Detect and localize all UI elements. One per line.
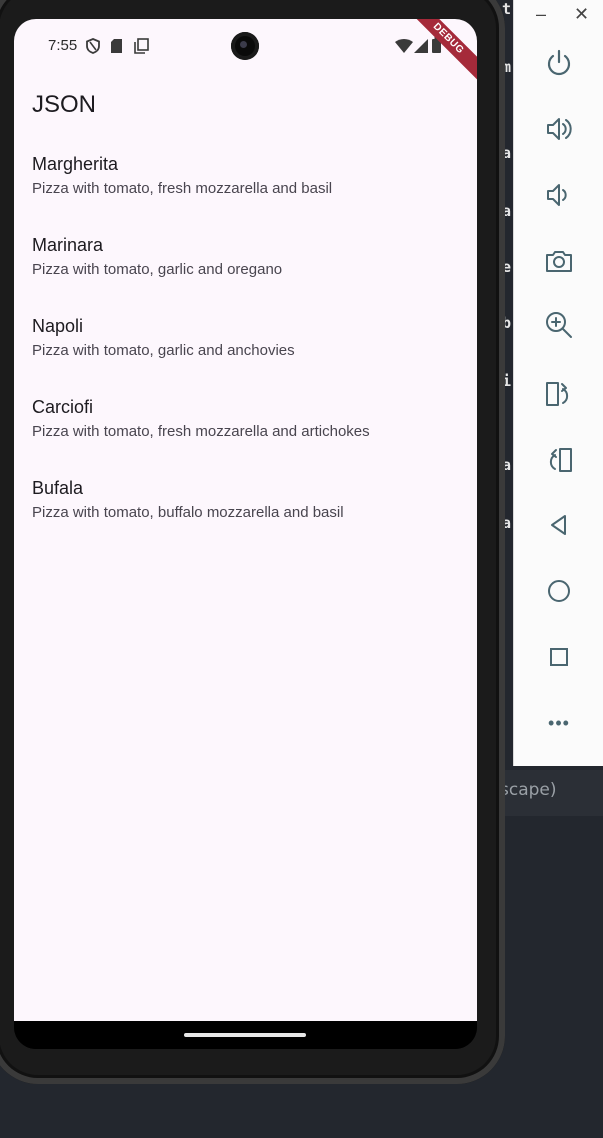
home-gesture-handle[interactable] (184, 1033, 306, 1037)
rotate-left-icon (546, 382, 569, 406)
home-button[interactable] (538, 570, 580, 612)
list-item[interactable]: Marinara Pizza with tomato, garlic and o… (14, 234, 477, 315)
close-button[interactable]: ✕ (574, 4, 589, 24)
emulator-toolbar: – ✕ ••• (513, 0, 603, 766)
ide-hint-text: scape) (500, 780, 557, 800)
list-item[interactable]: Margherita Pizza with tomato, fresh mozz… (14, 153, 477, 234)
phone-screen: 7:55 DEBUG JSON Margherita Pizza with to… (14, 19, 477, 1049)
status-time: 7:55 (48, 37, 78, 54)
app-title: JSON (32, 91, 97, 118)
pizza-description: Pizza with tomato, garlic and anchovies (32, 342, 295, 359)
rotate-right-icon (549, 448, 572, 472)
app-surface: 7:55 DEBUG JSON Margherita Pizza with to… (14, 19, 477, 1021)
pizza-name: Carciofi (32, 397, 94, 417)
power-icon (547, 49, 571, 76)
zoom-in-icon (546, 312, 572, 338)
more-button[interactable]: ••• (538, 702, 580, 744)
back-icon (551, 515, 566, 535)
pizza-description: Pizza with tomato, fresh mozzarella and … (32, 423, 370, 440)
overview-icon (550, 648, 568, 666)
rotate-right-button[interactable] (538, 438, 580, 480)
status-bar: 7:55 (14, 19, 477, 71)
volume-down-button[interactable] (538, 174, 580, 216)
rotate-left-button[interactable] (538, 372, 580, 414)
list-item[interactable]: Carciofi Pizza with tomato, fresh mozzar… (14, 396, 477, 477)
shield-icon (86, 38, 100, 54)
sd-card-icon (111, 39, 122, 53)
overview-button[interactable] (538, 636, 580, 678)
gesture-nav-bar (14, 1021, 477, 1049)
volume-down-icon (547, 184, 567, 206)
pizza-name: Marinara (32, 235, 104, 255)
pizza-description: Pizza with tomato, buffalo mozzarella an… (32, 504, 344, 521)
pizza-description: Pizza with tomato, garlic and oregano (32, 261, 283, 278)
pizza-list: Margherita Pizza with tomato, fresh mozz… (14, 153, 477, 558)
volume-up-button[interactable] (538, 108, 580, 150)
front-camera (231, 32, 259, 60)
copy-icon (134, 38, 149, 54)
home-icon (548, 580, 570, 602)
back-button[interactable] (538, 504, 580, 546)
minimize-button[interactable]: – (536, 4, 546, 24)
pizza-name: Napoli (32, 316, 84, 336)
camera-icon (546, 251, 572, 272)
zoom-button[interactable] (538, 304, 580, 346)
list-item[interactable]: Napoli Pizza with tomato, garlic and anc… (14, 315, 477, 396)
pizza-name: Margherita (32, 154, 119, 174)
volume-up-icon (547, 118, 572, 140)
phone-frame: 7:55 DEBUG JSON Margherita Pizza with to… (0, 0, 505, 1084)
screenshot-button[interactable] (538, 240, 580, 282)
wifi-icon (395, 39, 413, 53)
signal-icon (414, 39, 428, 53)
list-item[interactable]: Bufala Pizza with tomato, buffalo mozzar… (14, 477, 477, 558)
more-icon: ••• (548, 712, 570, 733)
power-button[interactable] (538, 42, 580, 84)
pizza-name: Bufala (32, 478, 84, 498)
pizza-description: Pizza with tomato, fresh mozzarella and … (32, 180, 333, 197)
